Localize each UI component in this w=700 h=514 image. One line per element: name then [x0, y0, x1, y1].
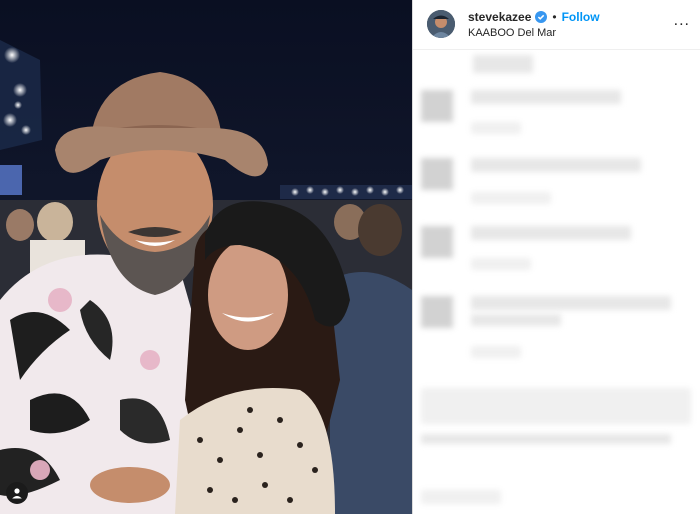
blurred-block [471, 192, 551, 204]
username-link[interactable]: stevekazee [468, 10, 531, 24]
user-tag-icon[interactable] [6, 482, 28, 504]
follow-button[interactable]: Follow [562, 10, 600, 24]
concert-photo-image [0, 0, 412, 514]
blurred-block [471, 296, 671, 310]
blurred-block [471, 122, 521, 134]
user-line: stevekazee • Follow [468, 10, 600, 24]
location-link[interactable]: KAABOO Del Mar [468, 27, 556, 39]
verified-badge-icon [535, 11, 548, 23]
blurred-comments-area [413, 50, 700, 514]
blurred-avatar [421, 226, 453, 258]
avatar[interactable] [427, 10, 455, 38]
post-photo[interactable] [0, 0, 412, 514]
post-header: stevekazee • Follow KAABOO Del Mar ... [413, 0, 700, 50]
blurred-block [471, 90, 621, 104]
blurred-block [473, 55, 533, 73]
blurred-block [421, 388, 691, 424]
blurred-block [471, 226, 631, 240]
blurred-avatar [421, 296, 453, 328]
blurred-block [471, 158, 641, 172]
separator-dot: • [552, 10, 557, 24]
blurred-block [471, 314, 561, 326]
blurred-block [421, 434, 671, 444]
blurred-avatar [421, 158, 453, 190]
blurred-avatar [421, 90, 453, 122]
blurred-block [421, 490, 501, 504]
blurred-block [471, 258, 531, 270]
more-options-icon[interactable]: ... [674, 12, 690, 30]
blurred-block [471, 346, 521, 358]
